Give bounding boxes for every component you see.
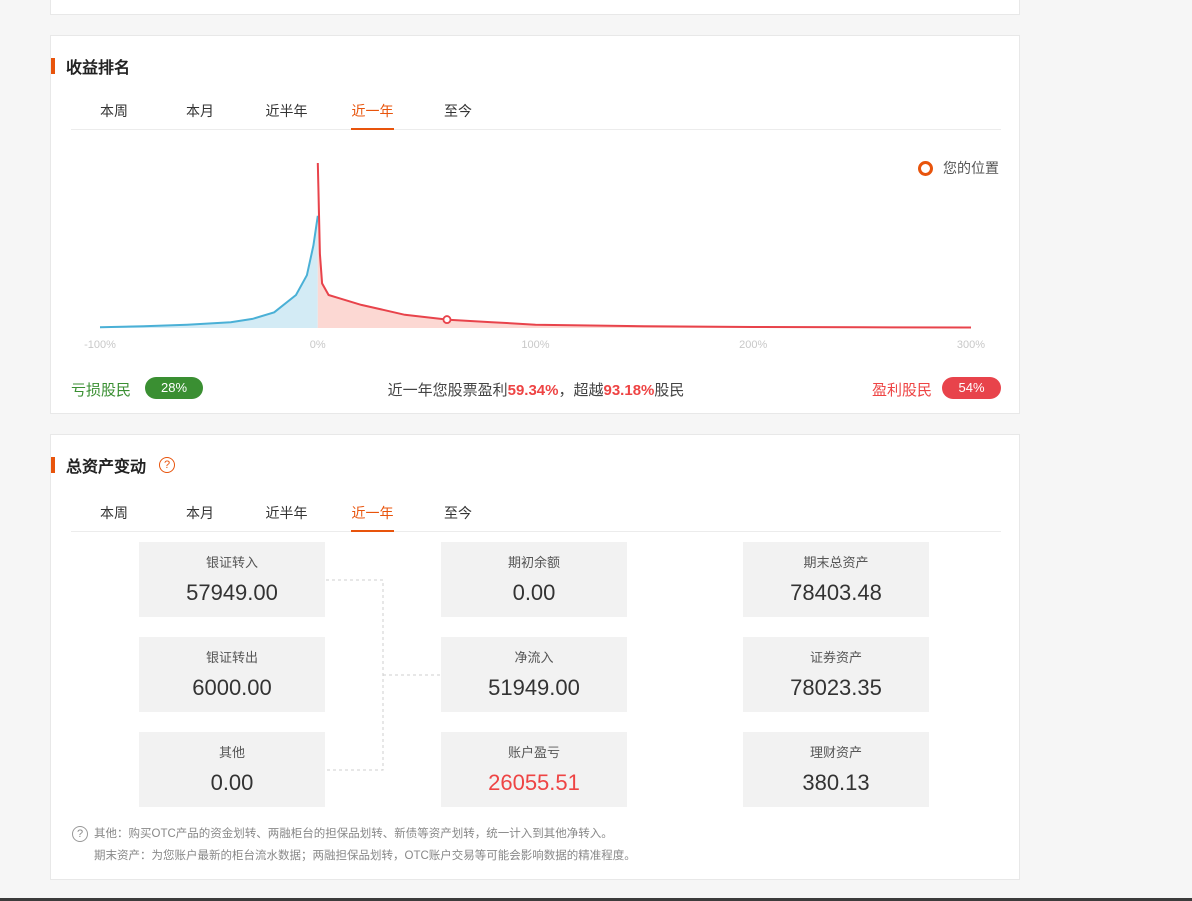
- return-distribution-chart: -100% 0% 100% 200% 300%: [84, 162, 985, 351]
- summary-beat-value: 93.18%: [603, 382, 655, 399]
- box-label: 净流入: [514, 650, 554, 665]
- tab-all-time[interactable]: 至今: [444, 503, 472, 532]
- ranking-summary: 亏损股民 28% 近一年您股票盈利59.34%，超越93.18%股民 盈利股民 …: [51, 377, 1021, 399]
- gain-investors-label: 盈利股民: [871, 382, 932, 399]
- your-position-point: [442, 315, 452, 324]
- net-inflow-box: 净流入 51949.00: [441, 637, 627, 712]
- securities-assets-box: 证券资产 78023.35: [743, 637, 929, 712]
- title-accent-bar: [51, 457, 55, 473]
- box-value: 78403.48: [790, 580, 882, 605]
- ranking-card: 收益排名 本周 本月 近半年 近一年 至今 您的位置 -100% 0% 100% 20…: [50, 35, 1020, 414]
- ranking-title-text: 收益排名: [66, 60, 131, 77]
- assets-tabs: 本周 本月 近半年 近一年 至今: [71, 503, 1001, 532]
- loss-area: [100, 215, 318, 328]
- previous-card-edge: [50, 0, 1020, 15]
- bank-transfer-out-box: 银证转出 6000.00: [139, 637, 325, 712]
- tab-week[interactable]: 本周: [99, 503, 129, 532]
- asset-change-card: 总资产变动 ? 本周 本月 近半年 近一年 至今 银证转入 57949.00 银…: [50, 434, 1020, 880]
- x-tick-label: 100%: [521, 339, 549, 351]
- box-value: 57949.00: [186, 580, 278, 605]
- tab-week[interactable]: 本周: [99, 101, 129, 130]
- ranking-tabs: 本周 本月 近半年 近一年 至今: [71, 101, 1001, 130]
- x-tick-label: 300%: [957, 339, 985, 351]
- box-value: 0.00: [512, 580, 556, 605]
- ranking-title: 收益排名: [51, 58, 130, 77]
- box-label: 期末总资产: [803, 555, 869, 570]
- box-value: 380.13: [802, 770, 870, 795]
- gain-percentage-badge: 54%: [942, 377, 1001, 399]
- summary-mid: ，超越: [558, 382, 604, 399]
- question-icon[interactable]: ?: [159, 457, 176, 473]
- box-label: 账户盈亏: [507, 745, 560, 760]
- box-label: 银证转出: [205, 650, 258, 665]
- gain-area: [317, 163, 971, 328]
- note-other: ? 其他：购买OTC产品的资金划转、两融柜台的担保品划转、新债等资产划转，统一计入…: [72, 825, 613, 842]
- assets-title-text: 总资产变动: [66, 459, 147, 476]
- tab-year[interactable]: 近一年: [351, 503, 394, 532]
- box-value: 51949.00: [488, 675, 580, 700]
- assets-title: 总资产变动 ?: [51, 457, 176, 476]
- box-label: 银证转入: [205, 555, 258, 570]
- tab-month[interactable]: 本月: [186, 503, 214, 532]
- gain-curve: [316, 162, 972, 329]
- x-tick-label: 0%: [310, 339, 326, 351]
- box-label: 理财资产: [809, 745, 862, 760]
- box-label: 证券资产: [809, 650, 862, 665]
- other-transfer-box: 其他 0.00: [139, 732, 325, 807]
- note-ending-assets: 期末资产：为您账户最新的柜台流水数据；两融担保品划转，OTC账户交易等可能会影响…: [94, 850, 636, 862]
- box-value: 6000.00: [192, 675, 272, 700]
- summary-prefix: 近一年您股票盈利: [387, 382, 508, 399]
- box-value: 78023.35: [790, 675, 882, 700]
- box-label: 期初余额: [507, 555, 560, 570]
- summary-profit-value: 59.34%: [507, 382, 559, 399]
- wealth-management-assets-box: 理财资产 380.13: [743, 732, 929, 807]
- tab-half-year[interactable]: 近半年: [265, 503, 308, 532]
- question-icon: ?: [72, 825, 88, 842]
- opening-balance-box: 期初余额 0.00: [441, 542, 627, 617]
- tab-all-time[interactable]: 至今: [444, 101, 472, 130]
- x-tick-label: -100%: [84, 339, 116, 351]
- tab-half-year[interactable]: 近半年: [265, 101, 308, 130]
- title-accent-bar: [51, 58, 55, 74]
- tab-year[interactable]: 近一年: [351, 101, 394, 130]
- box-label: 其他: [218, 745, 245, 760]
- note-other-text: 其他：购买OTC产品的资金划转、两融柜台的担保品划转、新债等资产划转，统一计入到…: [94, 828, 613, 840]
- x-tick-label: 200%: [739, 339, 767, 351]
- summary-suffix: 股民: [654, 382, 685, 399]
- box-value: 26055.51: [488, 770, 580, 795]
- account-pnl-box: 账户盈亏 26055.51: [441, 732, 627, 807]
- bank-transfer-in-box: 银证转入 57949.00: [139, 542, 325, 617]
- ending-total-assets-box: 期末总资产 78403.48: [743, 542, 929, 617]
- tab-month[interactable]: 本月: [186, 101, 214, 130]
- box-value: 0.00: [210, 770, 254, 795]
